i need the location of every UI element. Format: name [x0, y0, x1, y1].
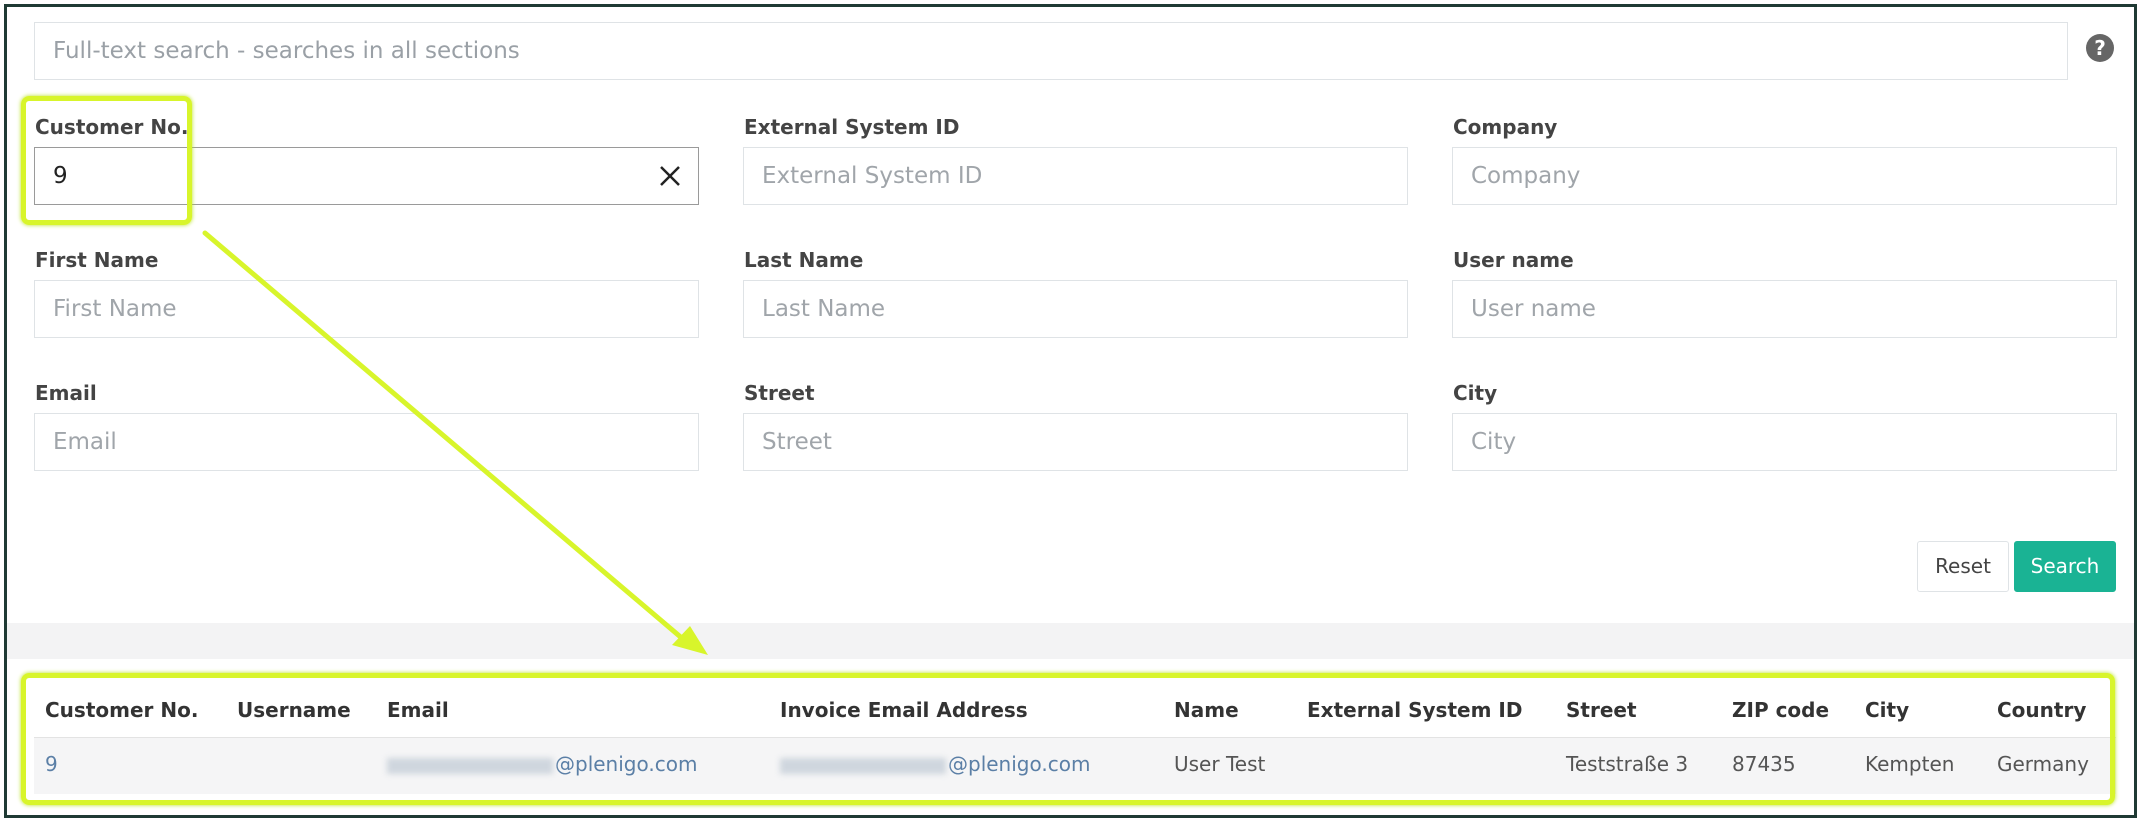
highlight-customer-no	[21, 96, 192, 225]
user-name-label: User name	[1453, 248, 1574, 272]
last-name-input[interactable]: Last Name	[743, 280, 1408, 338]
reset-button[interactable]: Reset	[1917, 541, 2009, 592]
email-label: Email	[35, 381, 97, 405]
first-name-label: First Name	[35, 248, 159, 272]
street-label: Street	[744, 381, 815, 405]
first-name-input[interactable]: First Name	[34, 280, 699, 338]
street-input[interactable]: Street	[743, 413, 1408, 471]
city-label: City	[1453, 381, 1498, 405]
external-system-id-input[interactable]: External System ID	[743, 147, 1408, 205]
help-icon[interactable]: ?	[2086, 34, 2114, 62]
clear-icon[interactable]	[656, 162, 684, 190]
external-system-id-label: External System ID	[744, 115, 960, 139]
user-name-input[interactable]: User name	[1452, 280, 2117, 338]
section-divider	[7, 623, 2134, 659]
company-input[interactable]: Company	[1452, 147, 2117, 205]
company-label: Company	[1453, 115, 1558, 139]
email-input[interactable]: Email	[34, 413, 699, 471]
last-name-label: Last Name	[744, 248, 864, 272]
fulltext-search-input[interactable]: Full-text search - searches in all secti…	[34, 22, 2068, 80]
search-button[interactable]: Search	[2014, 541, 2116, 592]
highlight-results-table	[21, 673, 2115, 805]
city-input[interactable]: City	[1452, 413, 2117, 471]
